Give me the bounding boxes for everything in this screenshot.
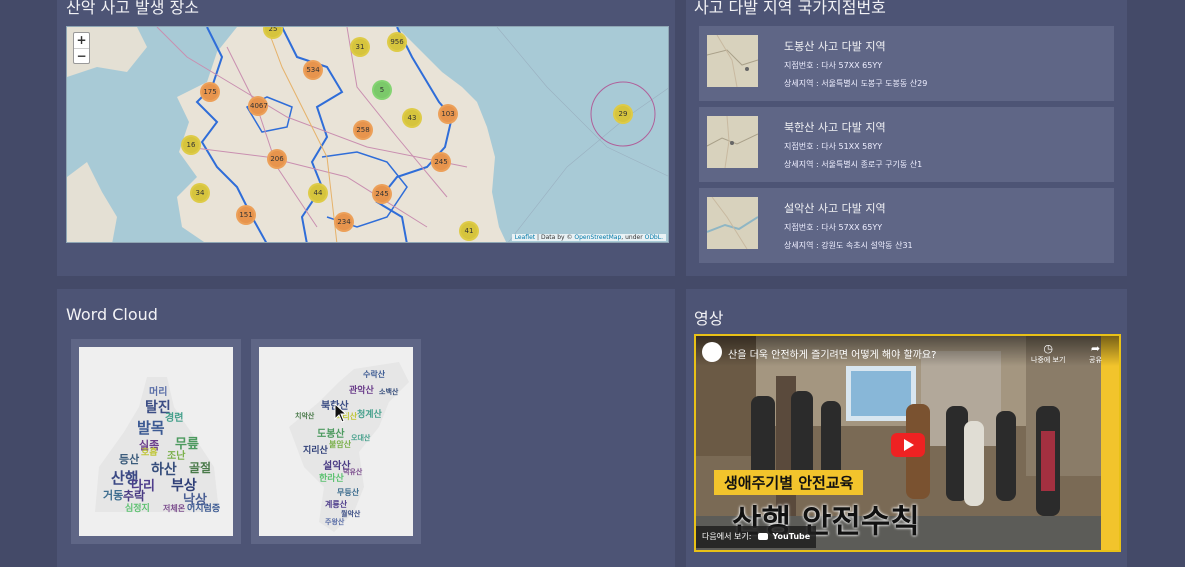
site-name: 설악산 사고 다발 지역: [784, 202, 886, 215]
youtube-label: YouTube: [772, 532, 811, 541]
map-cluster[interactable]: 4067: [248, 96, 268, 116]
map-cluster[interactable]: 206: [267, 149, 287, 169]
site-map-thumbnail: [707, 197, 758, 249]
cloud-word: 경련: [165, 413, 184, 424]
mouse-cursor-icon: [334, 403, 348, 423]
cloud-word: 거동: [103, 489, 124, 502]
cloud-word: 한라산: [319, 474, 344, 484]
zoom-in-button[interactable]: +: [74, 33, 89, 48]
accident-map[interactable]: + − 25 31 956 534 175 4067 5 103 43 16 2…: [66, 26, 669, 243]
watch-on-label: 다음에서 보기:: [702, 532, 752, 541]
video-banner-subtitle: 생애주기별 안전교육: [714, 470, 864, 495]
play-button-icon[interactable]: [891, 433, 925, 457]
site-map-thumbnail: [707, 116, 758, 168]
video-title[interactable]: 산을 더욱 안전하게 즐기려면 어떻게 해야 할까요?: [728, 346, 936, 361]
channel-logo-icon[interactable]: [702, 342, 722, 362]
attribution-text: , under: [621, 234, 645, 241]
cloud-word: 발목: [137, 419, 165, 437]
attribution-text: | Data by ©: [535, 234, 575, 241]
map-panel-title: 산악 사고 발생 장소: [66, 0, 200, 17]
map-cluster[interactable]: 175: [200, 82, 220, 102]
map-attribution: Leaflet | Data by © OpenStreetMap, under…: [511, 234, 666, 241]
cloud-word: 소백산: [379, 388, 399, 396]
thumbnail-map: [707, 197, 758, 249]
clock-icon: ◷: [1043, 342, 1054, 355]
wordcloud-card-2[interactable]: 북한산 도봉산 관악산 청계산 수락산 불암산 설악산 지리산 한라산 무등산 …: [251, 339, 421, 544]
wordcloud-image-2: 북한산 도봉산 관악산 청계산 수락산 불암산 설악산 지리산 한라산 무등산 …: [259, 347, 413, 536]
site-name: 북한산 사고 다발 지역: [784, 121, 886, 134]
cloud-word: 심정지: [125, 504, 150, 514]
cloud-word: 치악산: [295, 412, 315, 420]
cloud-word: 골절: [189, 461, 212, 475]
map-cluster[interactable]: 234: [334, 212, 354, 232]
map-cluster[interactable]: 16: [181, 135, 201, 155]
map-cluster[interactable]: 103: [438, 104, 458, 124]
map-cluster[interactable]: 44: [308, 183, 328, 203]
zoom-out-button[interactable]: −: [74, 48, 89, 63]
site-map-thumbnail: [707, 35, 758, 87]
odbl-link[interactable]: ODbL.: [645, 234, 663, 241]
leaflet-link[interactable]: Leaflet: [515, 234, 535, 241]
cloud-word: 저체온: [163, 504, 186, 513]
cloud-word: 주왕산: [325, 518, 345, 526]
cloud-word: 덕유산: [343, 468, 363, 476]
cloud-word: 호흡: [141, 448, 158, 458]
map-cluster[interactable]: 534: [303, 60, 323, 80]
wordcloud-panel-title: Word Cloud: [66, 305, 158, 324]
site-code: 지점번호 : 다사 51XX 58YY: [784, 142, 883, 151]
thumbnail-map: [707, 116, 758, 168]
site-detail: 상세지역 : 서울특별시 도봉구 도봉동 산29: [784, 79, 928, 88]
cloud-word: 머리: [149, 387, 168, 398]
cloud-word: 도봉산: [317, 429, 345, 440]
map-cluster[interactable]: 43: [402, 108, 422, 128]
youtube-logo-icon: [757, 533, 768, 540]
cloud-word: 수락산: [363, 370, 386, 379]
cloud-word: 불암산: [329, 440, 352, 449]
cloud-word: 오대산: [351, 434, 371, 442]
map-cluster[interactable]: 245: [431, 152, 451, 172]
cloud-word: 등산: [119, 453, 140, 466]
site-name: 도봉산 사고 다발 지역: [784, 40, 886, 53]
share-button[interactable]: ➦ 공유: [1089, 342, 1102, 365]
wordcloud-card-1[interactable]: 머리 탈진 경련 발목 골절 산행 추락 실족 하산 부상 다리 거동 조난 등…: [71, 339, 241, 544]
site-card-dobongsan[interactable]: 도봉산 사고 다발 지역 지점번호 : 다사 57XX 65YY 상세지역 : …: [699, 26, 1114, 101]
cloud-word: 지리산: [303, 446, 328, 456]
map-cluster[interactable]: 956: [387, 32, 407, 52]
map-cluster[interactable]: 245: [372, 184, 392, 204]
cloud-word: 관악산: [349, 386, 374, 396]
site-detail: 상세지역 : 강원도 속초시 설악동 산31: [784, 241, 913, 250]
site-card-seoraksan[interactable]: 설악산 사고 다발 지역 지점번호 : 다사 57XX 65YY 상세지역 : …: [699, 188, 1114, 263]
share-icon: ➦: [1090, 342, 1101, 355]
map-cluster[interactable]: 151: [236, 205, 256, 225]
site-code: 지점번호 : 다사 57XX 65YY: [784, 223, 883, 232]
watch-later-label: 나중에 보기: [1031, 356, 1066, 364]
map-cluster[interactable]: 31: [350, 37, 370, 57]
share-label: 공유: [1089, 356, 1102, 364]
cloud-word: 어지럼증: [187, 504, 221, 514]
map-cluster[interactable]: 41: [459, 221, 479, 241]
wordcloud-image-1: 머리 탈진 경련 발목 골절 산행 추락 실족 하산 부상 다리 거동 조난 등…: [79, 347, 233, 536]
sites-panel-title: 사고 다발 지역 국가지점번호: [694, 0, 886, 17]
site-code: 지점번호 : 다사 57XX 65YY: [784, 61, 883, 70]
cloud-word: 청계산: [357, 410, 382, 420]
thumbnail-map: [707, 35, 758, 87]
map-cluster[interactable]: 34: [190, 183, 210, 203]
cloud-word: 다리: [131, 479, 155, 494]
openstreetmap-link[interactable]: OpenStreetMap: [574, 234, 621, 241]
watch-on-youtube[interactable]: 다음에서 보기: YouTube: [696, 526, 817, 548]
zoom-control: + −: [73, 32, 90, 64]
video-player[interactable]: 산을 더욱 안전하게 즐기려면 어떻게 해야 할까요? ◷ 나중에 보기 ➦ 공…: [694, 334, 1121, 552]
video-panel-title: 영상: [694, 309, 724, 328]
watch-later-button[interactable]: ◷ 나중에 보기: [1031, 342, 1065, 365]
map-cluster[interactable]: 29: [613, 104, 633, 124]
cloud-word: 무릎: [175, 437, 199, 452]
map-cluster[interactable]: 5: [372, 80, 392, 100]
site-detail: 상세지역 : 서울특별시 종로구 구기동 산1: [784, 160, 923, 169]
site-card-bukhansan[interactable]: 북한산 사고 다발 지역 지점번호 : 다사 51XX 58YY 상세지역 : …: [699, 107, 1114, 182]
cloud-word: 무등산: [337, 488, 360, 497]
map-cluster[interactable]: 258: [353, 120, 373, 140]
